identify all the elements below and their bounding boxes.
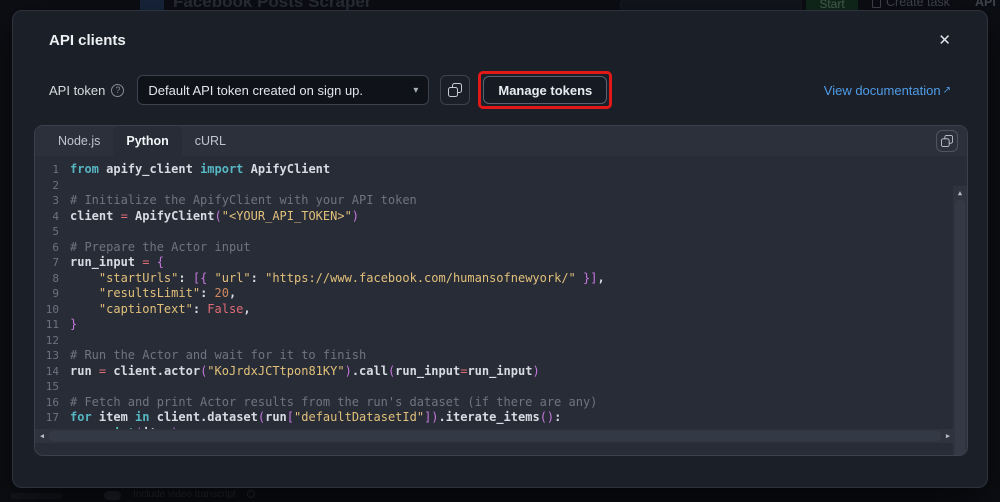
line-number: 8: [35, 271, 59, 287]
manage-tokens-button[interactable]: Manage tokens: [483, 76, 607, 104]
code-line-text: "resultsLimit": 20,: [70, 286, 236, 302]
line-number: 11: [35, 317, 59, 333]
tab-python[interactable]: Python: [113, 126, 181, 156]
code-editor: 1 from apify_client import ApifyClient 23 #…: [35, 156, 967, 443]
info-icon: [247, 490, 255, 498]
line-number: 4: [35, 209, 59, 225]
code-line-text: for item in client.dataset(run["defaultD…: [70, 410, 561, 426]
code-line-text: # Run the Actor and wait for it to finis…: [70, 348, 366, 364]
code-line-text: run_input = {: [70, 255, 164, 271]
api-token-dropdown[interactable]: Default API token created on sign up. ▾: [137, 75, 429, 105]
code-line: 6 # Prepare the Actor input: [35, 240, 967, 256]
code-line-text: # Prepare the Actor input: [70, 240, 251, 256]
scroll-left-arrow[interactable]: ◀: [35, 429, 49, 443]
code-panel: Node.jsPythoncURL 1 from apify_client imp…: [34, 125, 968, 456]
modal-title: API clients: [49, 32, 126, 49]
api-clients-modal: API clients ✕ API token ? Default API to…: [12, 10, 988, 488]
code-tabs: Node.jsPythoncURL: [35, 126, 967, 156]
code-line-text: client = ApifyClient("<YOUR_API_TOKEN>"): [70, 209, 359, 225]
background-faint-text: [10, 493, 62, 499]
code-line: 15: [35, 379, 967, 395]
background-pill-control: [620, 0, 802, 10]
horizontal-scrollbar[interactable]: ◀ ▶: [35, 429, 955, 443]
scroll-right-arrow[interactable]: ▶: [941, 429, 955, 443]
api-token-label-text: API token: [49, 83, 105, 98]
chevron-down-icon: ▾: [413, 85, 418, 96]
copy-token-button[interactable]: [440, 75, 470, 105]
code-line-text: "startUrls": [{ "url": "https://www.face…: [70, 271, 605, 287]
code-line: 1 from apify_client import ApifyClient: [35, 162, 967, 178]
help-icon[interactable]: ?: [111, 84, 124, 97]
scroll-up-arrow[interactable]: ▲: [953, 186, 967, 200]
view-documentation-label: View documentation: [824, 83, 941, 98]
tab-nodejs[interactable]: Node.js: [45, 126, 113, 156]
close-icon[interactable]: ✕: [936, 31, 953, 50]
background-page-bottom: Include video transcript: [0, 488, 1000, 502]
line-number: 13: [35, 348, 59, 364]
api-token-row: API token ? Default API token created on…: [49, 75, 951, 105]
line-number: 3: [35, 193, 59, 209]
code-line-text: from apify_client import ApifyClient: [70, 162, 330, 178]
code-line: 9 "resultsLimit": 20,: [35, 286, 967, 302]
code-line-text: # Fetch and print Actor results from the…: [70, 395, 597, 411]
toggle-label: Include video transcript: [133, 489, 236, 500]
background-page-top: Facebook Posts Scraper Start Create task…: [0, 0, 1000, 10]
actor-logo: [140, 0, 164, 10]
api-tab-label: API: [975, 0, 996, 9]
code-line: 3 # Initialize the ApifyClient with your …: [35, 193, 967, 209]
code-line: 7 run_input = {: [35, 255, 967, 271]
vertical-scrollbar-thumb[interactable]: [955, 200, 965, 456]
external-link-icon: ↗: [943, 85, 951, 96]
copy-icon: [448, 83, 462, 97]
code-line-text: # Initialize the ApifyClient with your A…: [70, 193, 417, 209]
line-number: 16: [35, 395, 59, 411]
create-task-label: Create task: [886, 0, 950, 9]
line-number: 7: [35, 255, 59, 271]
vertical-scrollbar[interactable]: ▲ ▼: [953, 186, 967, 456]
horizontal-scrollbar-thumb[interactable]: [49, 431, 941, 441]
view-documentation-link[interactable]: View documentation↗: [824, 83, 951, 98]
line-number: 9: [35, 286, 59, 302]
line-number: 6: [35, 240, 59, 256]
api-token-dropdown-value: Default API token created on sign up.: [148, 83, 405, 98]
code-line-text: "captionText": False,: [70, 302, 251, 318]
line-number: 14: [35, 364, 59, 380]
line-number: 5: [35, 224, 59, 240]
manage-tokens-highlight: Manage tokens: [478, 71, 612, 109]
line-number: 10: [35, 302, 59, 318]
modal-header: API clients ✕: [13, 11, 987, 50]
code-line: 10 "captionText": False,: [35, 302, 967, 318]
copy-icon: [941, 135, 953, 147]
code-line: 11}: [35, 317, 967, 333]
tab-curl[interactable]: cURL: [182, 126, 239, 156]
code-line-text: run = client.actor("KoJrdxJCTtpon81KY").…: [70, 364, 540, 380]
actor-title: Facebook Posts Scraper: [173, 0, 371, 10]
code-line: 12: [35, 333, 967, 349]
line-number: 17: [35, 410, 59, 426]
code-line: 5: [35, 224, 967, 240]
line-number: 1: [35, 162, 59, 178]
code-line: 2: [35, 178, 967, 194]
create-task-button: Create task: [872, 0, 950, 9]
code-line: 14 run = client.actor("KoJrdxJCTtpon81KY"…: [35, 364, 967, 380]
code-line: 4 client = ApifyClient("<YOUR_API_TOKEN>"…: [35, 209, 967, 225]
line-number: 15: [35, 379, 59, 395]
code-line: 17 for item in client.dataset(run["defaul…: [35, 410, 967, 426]
toggle-switch: [104, 491, 121, 500]
line-number: 2: [35, 178, 59, 194]
code-line: 13 # Run the Actor and wait for it to fin…: [35, 348, 967, 364]
document-icon: [872, 0, 881, 8]
start-button: Start: [806, 0, 858, 10]
copy-code-button[interactable]: [936, 130, 958, 152]
code-line: 8 "startUrls": [{ "url": "https://www.fa…: [35, 271, 967, 287]
line-number: 12: [35, 333, 59, 349]
api-token-label: API token ?: [49, 83, 124, 98]
code-line: 16 # Fetch and print Actor results from t…: [35, 395, 967, 411]
code-line-text: }: [70, 317, 77, 333]
